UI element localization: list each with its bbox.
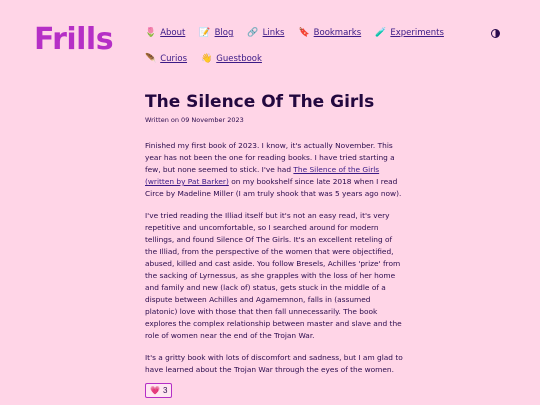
nav-link-blog[interactable]: Blog <box>215 28 234 38</box>
nav-item-links[interactable]: 🔗 Links <box>247 28 284 38</box>
like-count: 3 <box>162 386 168 395</box>
nav-link-curios[interactable]: Curios <box>160 54 187 64</box>
nav-item-experiments[interactable]: 🧪 Experiments <box>375 28 444 38</box>
nav-row-2: 🪶 Curios 👋 Guestbook <box>145 54 475 64</box>
test-tube-icon: 🧪 <box>375 28 387 38</box>
feather-icon: 🪶 <box>145 54 157 64</box>
nav-link-bookmarks[interactable]: Bookmarks <box>314 28 362 38</box>
nav-row-1: 🌷 About 📝 Blog 🔗 Links 🔖 Bookmarks 🧪 Experime… <box>145 28 475 38</box>
heart-icon: 💗 <box>150 386 160 395</box>
nav-link-experiments[interactable]: Experiments <box>390 28 444 38</box>
post-paragraph-1: Finished my first book of 2023. I know, … <box>145 141 402 198</box>
nav-item-bookmarks[interactable]: 🔖 Bookmarks <box>298 28 361 38</box>
post-paragraph-2: I've tried reading the Illiad itself but… <box>145 211 402 340</box>
nav-link-guestbook[interactable]: Guestbook <box>216 54 262 64</box>
nav-item-curios[interactable]: 🪶 Curios <box>145 54 187 64</box>
link-icon: 🔗 <box>247 28 259 38</box>
theme-toggle-icon[interactable] <box>491 29 500 38</box>
post-title: The Silence Of The Girls <box>145 92 375 112</box>
tulip-icon: 🌷 <box>145 28 157 38</box>
nav-item-about[interactable]: 🌷 About <box>145 28 185 38</box>
memo-icon: 📝 <box>199 28 211 38</box>
post-header: The Silence Of The Girls Written on 09 N… <box>145 92 395 124</box>
nav-item-blog[interactable]: 📝 Blog <box>199 28 233 38</box>
nav-link-about[interactable]: About <box>160 28 185 38</box>
waving-hand-icon: 👋 <box>201 54 213 64</box>
main-nav: 🌷 About 📝 Blog 🔗 Links 🔖 Bookmarks 🧪 Experime… <box>145 28 475 80</box>
post-date: Written on 09 November 2023 <box>145 116 244 124</box>
post-body: Finished my first book of 2023. I know, … <box>145 140 403 386</box>
nav-link-links[interactable]: Links <box>263 28 285 38</box>
site-logo[interactable]: Frills <box>34 22 114 57</box>
post-paragraph-3: It's a gritty book with lots of discomfo… <box>145 353 403 374</box>
bookmark-icon: 🔖 <box>298 28 310 38</box>
nav-item-guestbook[interactable]: 👋 Guestbook <box>201 54 262 64</box>
like-button[interactable]: 💗 3 <box>145 383 173 398</box>
